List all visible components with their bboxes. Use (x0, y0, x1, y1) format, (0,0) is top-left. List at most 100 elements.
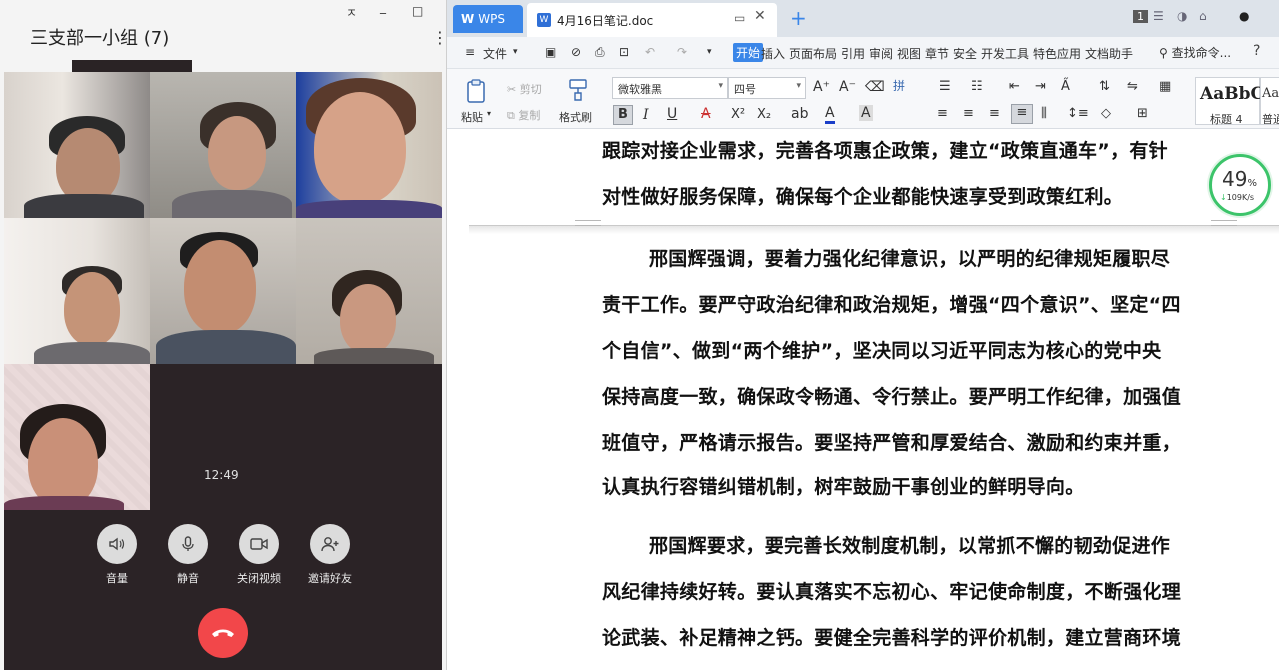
doc-text-line[interactable]: 保持高度一致，确保政令畅通、令行禁止。要严明工作纪律，加强值 (602, 382, 1212, 409)
style-normal[interactable]: AaI 普通 (1260, 77, 1279, 125)
font-color-button[interactable]: A (825, 105, 835, 124)
volume-button[interactable] (97, 524, 137, 564)
menu-start[interactable]: 开始 (733, 43, 764, 62)
line-spacing-icon[interactable]: ↕≡ (1067, 106, 1089, 121)
participant-video-tile[interactable] (150, 72, 296, 218)
doc-text-line[interactable]: 风纪律持续好转。要认真落实不忘初心、牢记使命制度，不断强化理 (602, 577, 1212, 604)
menu-security[interactable]: 安全 (953, 45, 977, 62)
decrease-font-icon[interactable]: A⁻ (839, 79, 856, 95)
print-preview-icon[interactable]: ⊡ (619, 45, 629, 59)
borders-icon[interactable]: ⊞ (1137, 106, 1148, 121)
hang-up-button[interactable] (198, 608, 248, 658)
align-center-icon[interactable]: ≡ (963, 106, 974, 121)
save-icon[interactable]: ▣ (545, 45, 556, 59)
wps-writer-window: W WPS W 4月16日笔记.doc ▭ ✕ + 1 ☰ ◑ ⌂ ● ≡ 文件… (446, 0, 1279, 670)
doc-text-line[interactable]: 邢国辉要求，要完善长效制度机制，以常抓不懈的韧劲促进作 (649, 531, 1259, 558)
participant-video-tile[interactable] (296, 72, 442, 218)
bullet-list-icon[interactable]: ☰ (939, 79, 951, 94)
shading-icon[interactable]: ◇ (1101, 106, 1111, 121)
window-count-badge[interactable]: 1 (1133, 10, 1148, 23)
doc-text-line[interactable]: 个自信”、做到“两个维护”，坚决同以习近平同志为核心的党中央 (602, 336, 1212, 363)
speed-percent-unit: % (1247, 178, 1257, 189)
participant-video-tile[interactable] (4, 218, 150, 364)
participant-video-tile[interactable] (4, 72, 150, 218)
skin-icon[interactable]: ◑ (1177, 9, 1187, 23)
subscript-button[interactable]: X₂ (757, 107, 771, 122)
participant-video-tile[interactable] (4, 364, 150, 510)
close-tab-icon[interactable]: ✕ (754, 8, 766, 24)
align-left-icon[interactable]: ≡ (937, 106, 948, 121)
increase-font-icon[interactable]: A⁺ (813, 79, 830, 95)
invite-friends-button[interactable] (310, 524, 350, 564)
doc-text-line[interactable]: 对性做好服务保障，确保每个企业都能快速享受到政策红利。 (602, 182, 1212, 209)
align-right-icon[interactable]: ≡ (989, 106, 1000, 121)
table-icon[interactable]: ▦ (1159, 79, 1171, 94)
pin-icon[interactable]: ㅈ (346, 4, 357, 21)
menu-chapter[interactable]: 章节 (925, 45, 949, 62)
search-command[interactable]: ⚲ 查找命令... (1159, 44, 1231, 61)
shirt-icon[interactable]: ⌂ (1199, 9, 1207, 23)
menu-insert[interactable]: 插入 (761, 45, 785, 62)
cut-button[interactable]: ✂ 剪切 (507, 81, 542, 97)
menu-page-layout[interactable]: 页面布局 (789, 45, 837, 62)
underline-button[interactable]: U (667, 106, 677, 122)
undo-icon[interactable]: ↶ (645, 45, 655, 59)
print-icon[interactable]: ⎙ (595, 45, 605, 60)
highlight-icon[interactable]: ab (791, 106, 808, 122)
paste-dropdown-icon[interactable]: ▾ (487, 109, 491, 118)
link-icon[interactable]: ⊘ (571, 45, 581, 59)
new-tab-button[interactable]: + (790, 6, 807, 30)
help-button[interactable]: ? (1253, 43, 1260, 59)
doc-text-line[interactable]: 论武装、补足精神之钙。要健全完善科学的评价机制，建立营商环境 (602, 623, 1212, 650)
menu-document-assistant[interactable]: 文档助手 (1085, 45, 1133, 62)
increase-indent-icon[interactable]: ⇥ (1035, 79, 1046, 94)
quick-access-dropdown-icon[interactable]: ▾ (707, 47, 712, 57)
menu-review[interactable]: 审阅 (869, 45, 893, 62)
mute-button[interactable] (168, 524, 208, 564)
doc-text-line[interactable]: 邢国辉强调，要着力强化纪律意识，以严明的纪律规矩履职尽 (649, 244, 1259, 271)
doc-text-line[interactable]: 跟踪对接企业需求，完善各项惠企政策，建立“政策直通车”，有针 (602, 136, 1212, 163)
font-family-select[interactable]: 微软雅黑 ▾ (612, 77, 728, 99)
chevron-down-icon[interactable]: ▾ (513, 47, 518, 57)
doc-text-line[interactable]: 认真执行容错纠错机制，树牢鼓励干事创业的鲜明导向。 (602, 472, 1212, 499)
decrease-indent-icon[interactable]: ⇤ (1009, 79, 1020, 94)
menu-featured-apps[interactable]: 特色应用 (1033, 45, 1081, 62)
paste-button[interactable] (463, 77, 491, 105)
copy-button[interactable]: ⧉ 复制 (507, 107, 540, 123)
char-shading-button[interactable]: A (859, 105, 873, 121)
participant-video-tile[interactable] (296, 218, 442, 364)
style-heading-4[interactable]: AaBbC 标题 4 (1195, 77, 1264, 126)
italic-button[interactable]: I (643, 107, 649, 123)
menu-references[interactable]: 引用 (841, 45, 865, 62)
document-canvas[interactable]: 跟踪对接企业需求，完善各项惠企政策，建立“政策直通车”，有针 对性做好服务保障，… (447, 130, 1279, 670)
participant-video-tile[interactable] (150, 218, 296, 364)
menu-developer-tools[interactable]: 开发工具 (981, 45, 1029, 62)
sort-icon[interactable]: ⇅ (1099, 79, 1110, 94)
doc-text-line[interactable]: 责干工作。要严守政治纪律和政治规矩，增强“四个意识”、坚定“四 (602, 290, 1212, 317)
maximize-button[interactable]: □ (412, 4, 423, 18)
bold-button[interactable]: B (613, 105, 633, 125)
restore-tab-icon[interactable]: ▭ (734, 11, 745, 25)
doc-text-line[interactable]: 班值守，严格请示报告。要坚持严管和厚爱结合、激励和约束并重， (602, 428, 1212, 455)
menu-file[interactable]: 文件 (483, 45, 507, 62)
network-speed-widget[interactable]: 49% ↓109K/s (1209, 154, 1271, 216)
justify-icon[interactable]: ≡ (1011, 104, 1033, 124)
distribute-icon[interactable]: ⫼ (1041, 106, 1047, 121)
strikethrough-button[interactable]: A (701, 106, 711, 122)
font-size-select[interactable]: 四号 ▾ (728, 77, 806, 99)
minimize-button[interactable]: _ (380, 0, 386, 14)
hamburger-icon[interactable]: ≡ (465, 45, 475, 59)
user-avatar-icon[interactable]: ● (1239, 9, 1249, 23)
turn-off-video-button[interactable] (239, 524, 279, 564)
tab-wps-home[interactable]: W WPS (453, 5, 523, 33)
menu-view[interactable]: 视图 (897, 45, 921, 62)
list-icon[interactable]: ☰ (1153, 9, 1164, 23)
superscript-button[interactable]: X² (731, 107, 745, 122)
chinese-layout-icon[interactable]: A̋ (1061, 79, 1070, 94)
phonetic-icon[interactable]: 拼 (893, 77, 905, 94)
numbered-list-icon[interactable]: ☷ (971, 79, 983, 94)
show-marks-icon[interactable]: ⇋ (1127, 79, 1138, 94)
clear-format-icon[interactable]: ⌫ (865, 79, 885, 95)
format-painter-button[interactable] (565, 77, 591, 103)
redo-icon[interactable]: ↷ (677, 45, 687, 59)
